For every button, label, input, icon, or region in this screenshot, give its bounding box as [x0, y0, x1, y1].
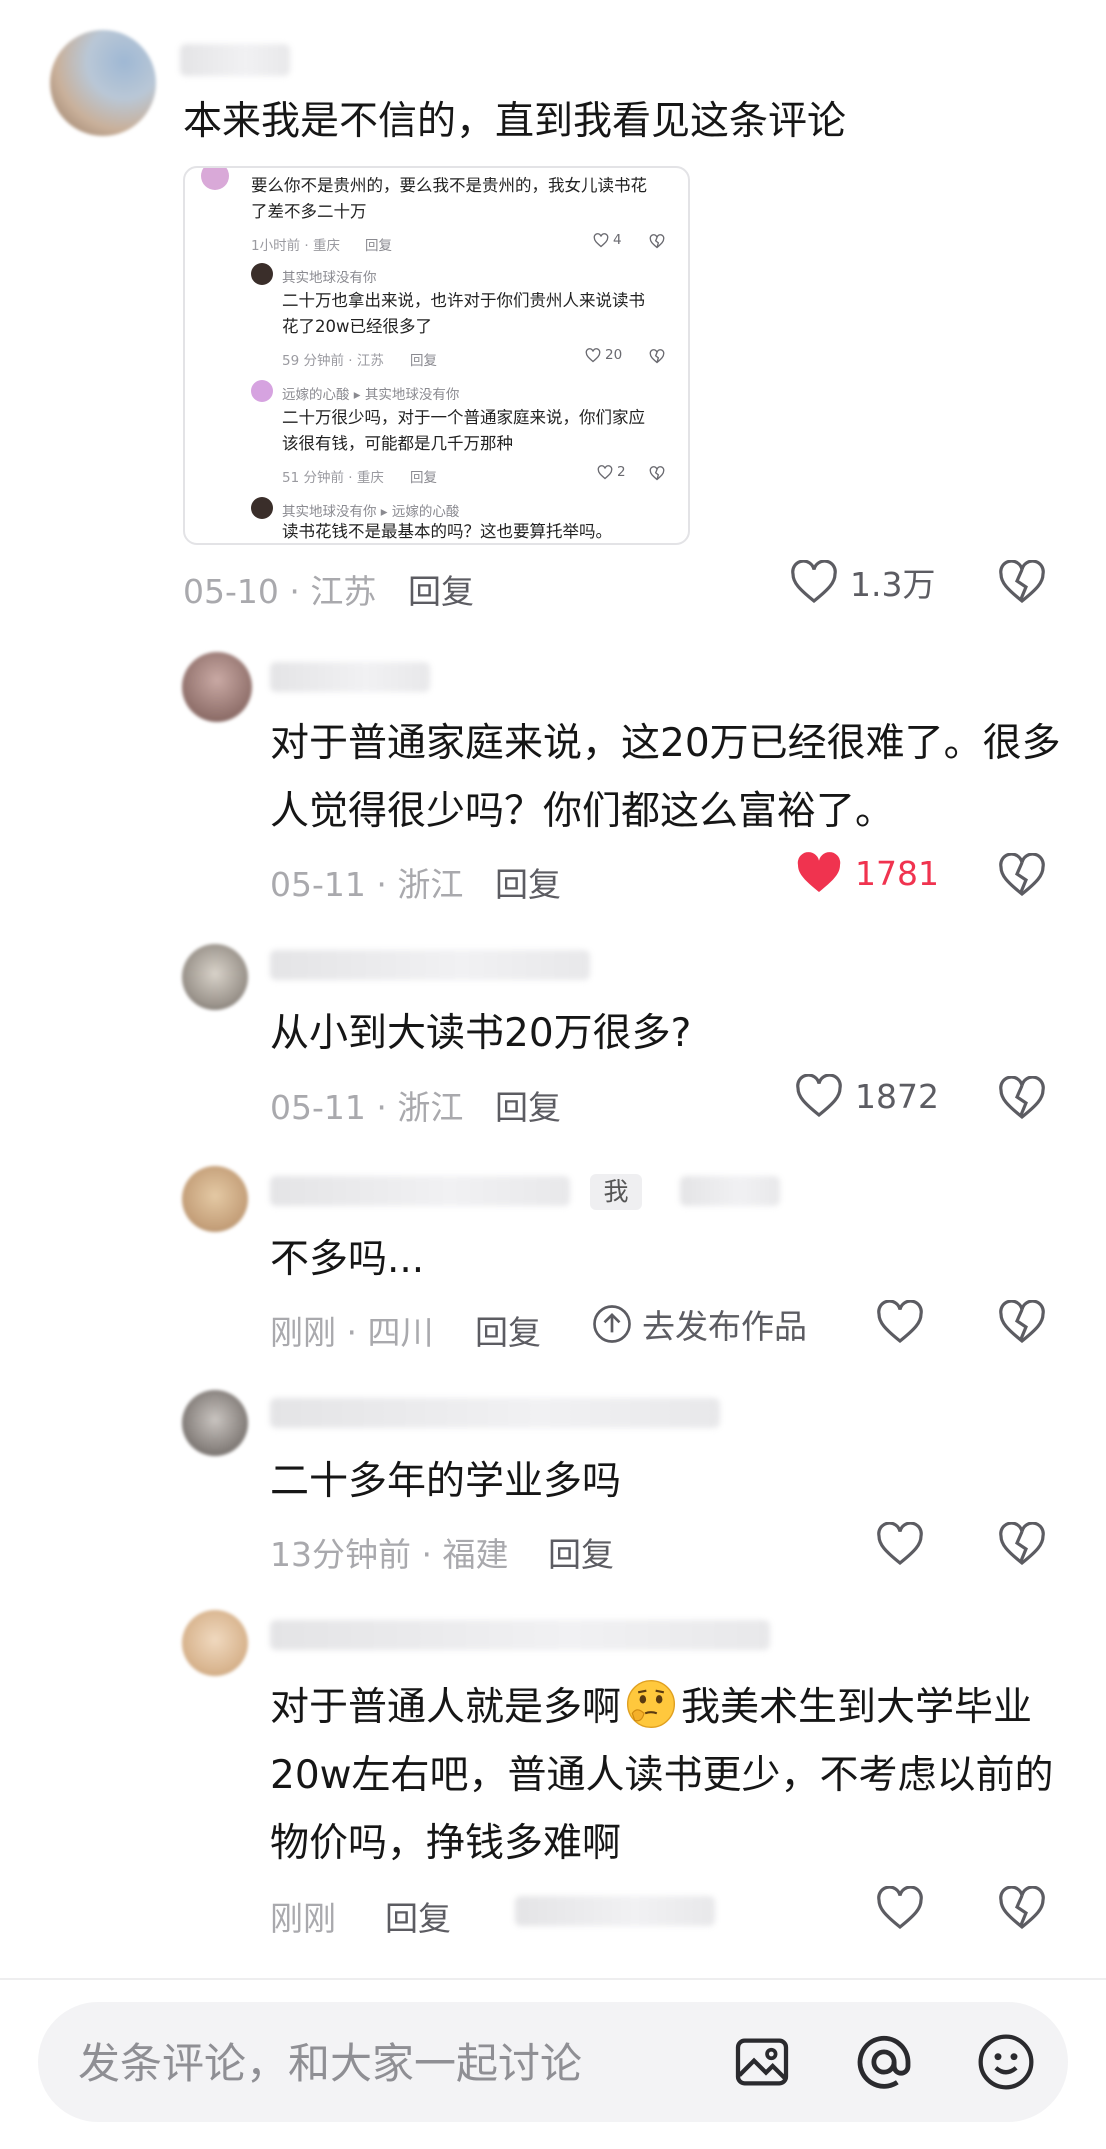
commenter-name: 其实地球没有你	[282, 270, 377, 286]
like-button[interactable]: 1872	[795, 1074, 939, 1118]
dislike-icon[interactable]	[998, 560, 1046, 604]
like-count: 2	[597, 464, 626, 480]
comment-text: 对于普通家庭来说，这20万已经很难了。很多	[270, 721, 1061, 766]
upload-arrow-icon	[593, 1305, 631, 1343]
like-count: 20	[585, 347, 622, 363]
reply-button[interactable]: 回复	[475, 1306, 541, 1354]
avatar	[251, 497, 273, 519]
avatar	[251, 380, 273, 402]
dislike-icon[interactable]	[998, 1522, 1046, 1566]
comment-text: 二十万也拿出来说，也许对于你们贵州人来说读书	[282, 291, 645, 310]
like-button[interactable]: 1781	[795, 851, 939, 895]
dislike-icon	[649, 234, 665, 249]
avatar	[201, 168, 229, 190]
author-badge: 我	[590, 1174, 642, 1210]
dislike-icon	[649, 466, 665, 481]
reply-button[interactable]: 回复	[408, 565, 474, 613]
reply-link: 回复	[365, 238, 392, 254]
comment-meta: 05-10 · 江苏	[183, 572, 377, 611]
comment-text: 物价吗，挣钱多难啊	[270, 1821, 622, 1866]
redacted-region	[515, 1896, 715, 1926]
embedded-screenshot[interactable]: 要么你不是贵州的，要么我不是贵州的，我女儿读书花 了差不多二十万 1小时前 · …	[183, 166, 690, 545]
like-count: 1781	[855, 853, 939, 893]
comment-meta: 05-11 · 浙江	[270, 865, 464, 904]
comment-text: 了差不多二十万	[251, 202, 367, 221]
reply-button[interactable]: 回复	[495, 1081, 561, 1129]
comment-text: 对于普通人就是多啊 我美术生到大学毕业	[270, 1676, 1032, 1740]
reply-button[interactable]: 回复	[385, 1892, 451, 1940]
commenter-name: 其实地球没有你 ▸ 远嫁的心酸	[282, 504, 460, 520]
username[interactable]	[180, 44, 290, 76]
comment-meta: 1小时前 · 重庆	[251, 238, 340, 254]
avatar[interactable]	[50, 30, 156, 136]
reply-link: 回复	[410, 353, 437, 369]
comment-text: 20w左右吧，普通人读书更少，不考虑以前的	[270, 1753, 1054, 1798]
heart-icon	[585, 347, 601, 362]
avatar[interactable]	[182, 1390, 248, 1456]
comment-text: 花了20w已经很多了	[282, 317, 432, 336]
heart-icon[interactable]	[876, 1300, 924, 1344]
comment-text: 读书花钱不是最基本的吗？这也要算托举吗。	[282, 522, 612, 541]
heart-icon	[597, 464, 613, 479]
like-count: 1.3万	[850, 565, 936, 604]
dislike-icon[interactable]	[998, 1300, 1046, 1344]
username[interactable]	[270, 1620, 770, 1650]
avatar[interactable]	[182, 1166, 248, 1232]
avatar[interactable]	[182, 652, 252, 722]
avatar	[251, 263, 273, 285]
comment-text: 要么你不是贵州的，要么我不是贵州的，我女儿读书花	[251, 176, 647, 195]
dislike-icon	[649, 349, 665, 364]
like-button[interactable]: 1.3万	[790, 558, 935, 606]
username[interactable]	[270, 950, 590, 980]
heart-icon	[593, 232, 609, 247]
image-icon[interactable]	[730, 2030, 794, 2094]
comment-meta: 13分钟前 · 福建	[270, 1535, 509, 1574]
like-count: 4	[593, 232, 622, 248]
like-count: 1872	[855, 1076, 939, 1116]
username[interactable]	[270, 1176, 570, 1206]
dislike-icon[interactable]	[998, 1886, 1046, 1930]
commenter-name: 远嫁的心酸 ▸ 其实地球没有你	[282, 387, 460, 403]
heart-icon[interactable]	[876, 1522, 924, 1566]
reply-target[interactable]	[680, 1176, 780, 1206]
comment-text: 该很有钱，可能都是几千万那种	[282, 434, 513, 453]
reply-button[interactable]: 回复	[548, 1528, 614, 1576]
comment-meta: 刚刚	[270, 1899, 336, 1938]
comment-meta: 59 分钟前 · 江苏	[282, 353, 384, 369]
divider	[0, 1978, 1106, 1980]
heart-icon	[796, 1074, 842, 1118]
username[interactable]	[270, 1398, 720, 1428]
emoji-icon[interactable]	[974, 2030, 1038, 2094]
dislike-icon[interactable]	[998, 853, 1046, 897]
comment-text: 从小到大读书20万很多?	[270, 1011, 692, 1056]
heart-filled-icon	[797, 852, 841, 892]
avatar[interactable]	[182, 1610, 248, 1676]
username[interactable]	[270, 662, 430, 692]
comment-text: 本来我是不信的，直到我看见这条评论	[183, 99, 847, 144]
heart-icon	[791, 560, 837, 604]
comment-meta: 51 分钟前 · 重庆	[282, 470, 384, 486]
comment-text: 不多吗...	[270, 1237, 425, 1282]
thinking-face-emoji	[626, 1679, 676, 1729]
comment-meta: 05-11 · 浙江	[270, 1088, 464, 1127]
comment-text: 二十多年的学业多吗	[270, 1459, 622, 1504]
comment-text: 人觉得很少吗？你们都这么富裕了。	[270, 789, 895, 834]
avatar[interactable]	[182, 944, 248, 1010]
dislike-icon[interactable]	[998, 1076, 1046, 1120]
publish-button[interactable]: 去发布作品	[592, 1300, 807, 1348]
reply-link: 回复	[410, 470, 437, 486]
at-icon[interactable]	[852, 2030, 916, 2094]
comment-text: 二十万很少吗，对于一个普通家庭来说，你们家应	[282, 408, 645, 427]
comment-input-placeholder[interactable]: 发条评论，和大家一起讨论	[78, 2030, 582, 2091]
reply-button[interactable]: 回复	[495, 858, 561, 906]
comment-meta: 刚刚 · 四川	[270, 1313, 434, 1352]
heart-icon[interactable]	[876, 1886, 924, 1930]
